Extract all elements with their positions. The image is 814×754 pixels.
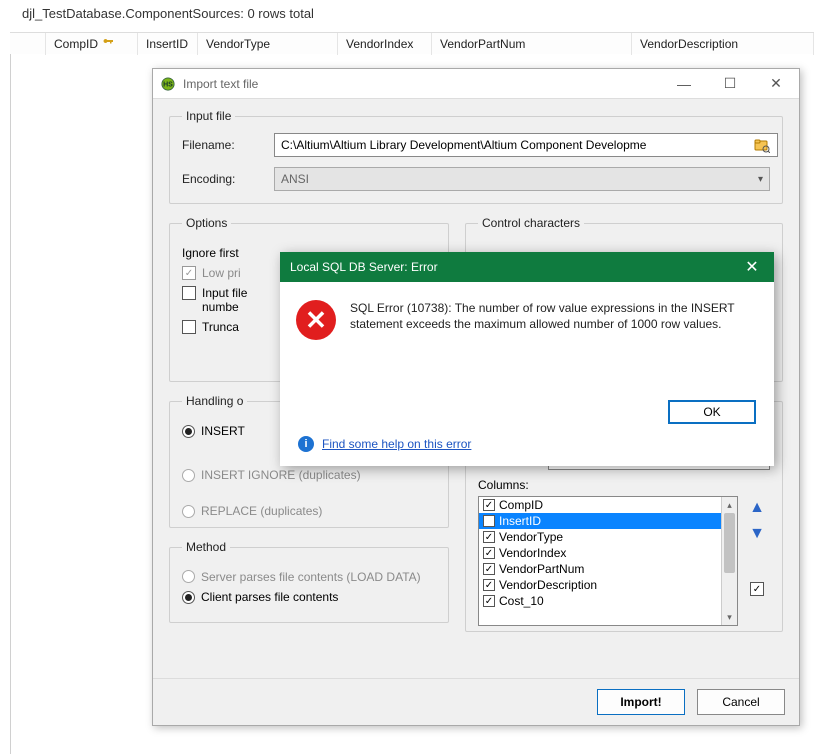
handling-replace-radio[interactable]: REPLACE (duplicates) [182,504,436,518]
column-item-label: VendorPartNum [499,562,584,576]
column-checkbox[interactable]: ✓ [483,579,495,591]
svg-text:HS: HS [163,81,173,88]
minimize-button[interactable]: — [661,69,707,99]
column-item[interactable]: ✓ VendorIndex [479,545,721,561]
scroll-up-icon[interactable]: ▴ [722,497,737,513]
toggle-all-columns-checkbox[interactable]: ✓ [750,582,764,596]
column-item-label: VendorType [499,530,563,544]
error-dialog-title: Local SQL DB Server: Error [290,260,438,274]
primary-key-icon [102,36,114,51]
column-item-label: InsertID [499,514,541,528]
column-checkbox[interactable]: ✓ [483,595,495,607]
column-checkbox[interactable]: ✓ [483,499,495,511]
chevron-down-icon: ▾ [758,174,763,185]
bg-col-vendorpartnum[interactable]: VendorPartNum [432,33,632,55]
scroll-down-icon[interactable]: ▾ [722,609,737,625]
move-column-up-button[interactable]: ▲ [749,500,765,516]
input-file-group: Input file Filename: C:\Altium\Altium Li… [169,109,783,204]
error-ok-button[interactable]: OK [668,400,756,424]
bg-col-vendortype[interactable]: VendorType [198,33,338,55]
bg-col-vendorindex[interactable]: VendorIndex [338,33,432,55]
error-close-button[interactable]: ✕ [740,257,764,277]
close-button[interactable]: ✕ [753,69,799,99]
column-item[interactable]: ✓ Cost_10 [479,593,721,609]
browse-file-icon[interactable] [754,137,770,153]
encoding-select[interactable]: ANSI ▾ [274,167,770,191]
bg-col-compid[interactable]: CompID [46,33,138,55]
heidisql-icon: HS [161,77,175,91]
error-icon: ✕ [296,300,336,340]
maximize-button[interactable]: ☐ [707,69,753,99]
error-dialog-titlebar[interactable]: Local SQL DB Server: Error ✕ [280,252,774,282]
filename-input[interactable]: C:\Altium\Altium Library Development\Alt… [274,133,778,157]
method-client-radio[interactable]: Client parses file contents [182,590,436,604]
cancel-button[interactable]: Cancel [697,689,785,715]
encoding-label: Encoding: [182,172,274,186]
info-icon: i [298,436,314,452]
error-dialog: Local SQL DB Server: Error ✕ ✕ SQL Error… [280,252,774,466]
method-group: Method Server parses file contents (LOAD… [169,540,449,623]
column-item[interactable]: ✓ CompID [479,497,721,513]
scroll-thumb[interactable] [724,513,735,573]
column-checkbox[interactable]: ✓ [483,563,495,575]
bg-col-insertid[interactable]: InsertID [138,33,198,55]
move-column-down-button[interactable]: ▼ [749,526,765,542]
control-characters-legend: Control characters [478,216,584,230]
column-checkbox[interactable]: ✓ [483,531,495,543]
bg-grid-border [10,54,11,754]
column-item-label: VendorIndex [499,546,566,560]
import-button[interactable]: Import! [597,689,685,715]
columns-label: Columns: [478,478,770,492]
column-item[interactable]: ✓ VendorPartNum [479,561,721,577]
filename-label: Filename: [182,138,274,152]
columns-scrollbar[interactable]: ▴ ▾ [721,497,737,625]
column-item[interactable]: ✓ VendorType [479,529,721,545]
column-item[interactable]: InsertID [479,513,721,529]
column-item-label: VendorDescription [499,578,597,592]
column-checkbox[interactable] [483,515,495,527]
column-checkbox[interactable]: ✓ [483,547,495,559]
column-item-label: CompID [499,498,543,512]
options-legend: Options [182,216,231,230]
column-item-label: Cost_10 [499,594,544,608]
handling-insert-ignore-radio[interactable]: INSERT IGNORE (duplicates) [182,468,436,482]
dialog-button-bar: Import! Cancel [153,678,799,725]
error-message: SQL Error (10738): The number of row val… [350,300,758,390]
columns-listbox[interactable]: ✓ CompID InsertID ✓ VendorType ✓ VendorIndex ✓ V… [478,496,738,626]
input-file-legend: Input file [182,109,235,123]
error-help-link[interactable]: Find some help on this error [322,437,471,451]
handling-legend: Handling o [182,394,247,408]
method-legend: Method [182,540,230,554]
bg-col-vendordescription[interactable]: VendorDescription [632,33,814,55]
column-item[interactable]: ✓ VendorDescription [479,577,721,593]
background-table-title: djl_TestDatabase.ComponentSources: 0 row… [22,6,314,21]
background-grid-header-row: CompID InsertID VendorType VendorIndex V… [10,32,814,72]
method-server-radio[interactable]: Server parses file contents (LOAD DATA) [182,570,436,584]
import-dialog-title: Import text file [183,77,661,91]
import-dialog-titlebar[interactable]: HS Import text file — ☐ ✕ [153,69,799,99]
